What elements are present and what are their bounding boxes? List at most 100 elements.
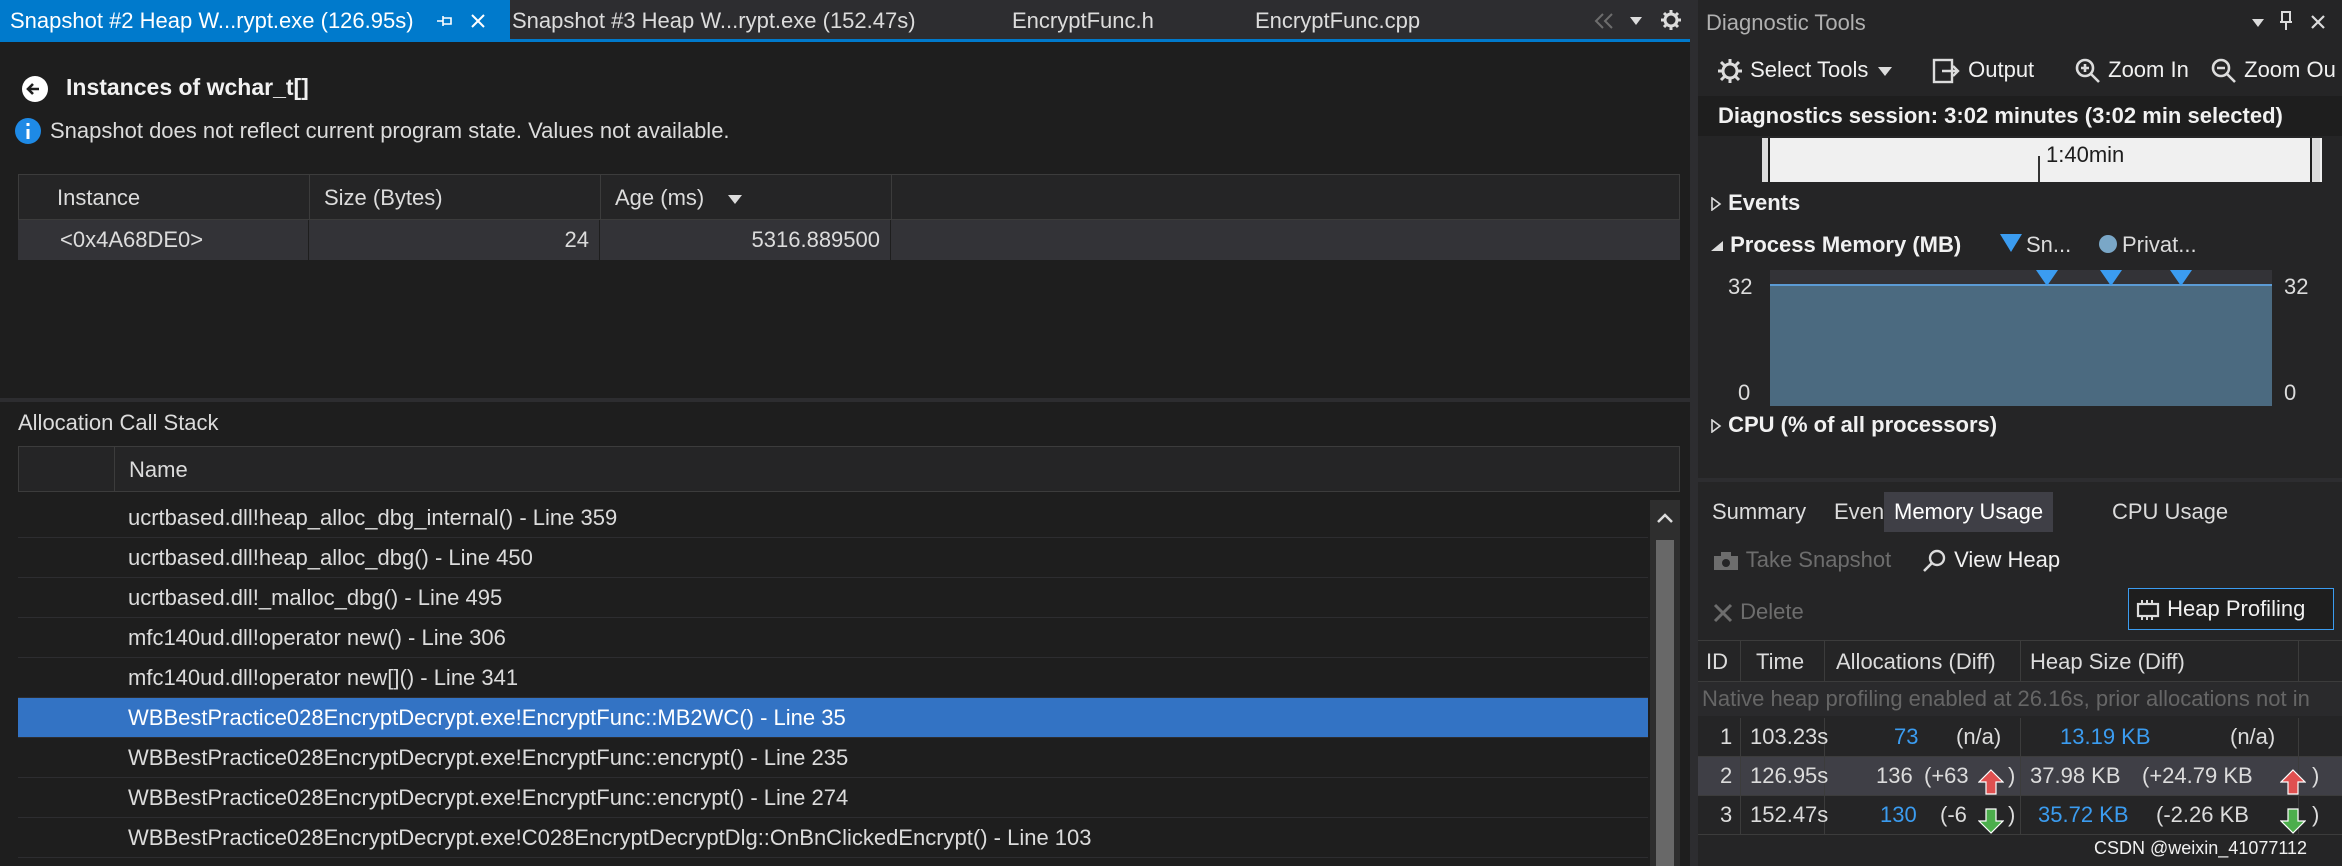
callstack-frame-selected[interactable]: WBBestPractice028EncryptDecrypt.exe!Encr… [18, 698, 1648, 738]
callstack-frame[interactable]: mfc140ud.dll!operator new[]() - Line 341 [18, 658, 1648, 698]
events-section[interactable]: Events [1710, 190, 1800, 216]
snapshots-table-header: ID Time Allocations (Diff) Heap Size (Di… [1698, 640, 2342, 682]
frame-label: ucrtbased.dll!_malloc_dbg() - Line 495 [128, 585, 503, 610]
callstack-frame[interactable]: WBBestPractice028EncryptDecrypt.exe!Encr… [18, 738, 1648, 778]
allocations-link[interactable]: 130 [1880, 796, 1917, 834]
heap-size[interactable]: 37.98 KB [2030, 757, 2121, 795]
callstack-frame[interactable]: ucrtbased.dll!_malloc_dbg() - Line 495 [18, 578, 1648, 618]
arrow-down-icon [1978, 808, 2004, 834]
heap-profiling-label: Heap Profiling [2167, 596, 2306, 621]
back-arrow-icon[interactable] [20, 74, 50, 104]
view-heap-label: View Heap [1954, 547, 2061, 572]
snapshot-marker-icon[interactable] [2036, 270, 2058, 286]
column-header-id[interactable]: ID [1706, 641, 1728, 683]
column-header-age[interactable]: Age (ms) [601, 175, 892, 219]
callstack-frame[interactable]: WBBestPractice028EncryptDecrypt.exe!C028… [18, 818, 1648, 858]
column-header-heap-size[interactable]: Heap Size (Diff) [2030, 641, 2185, 683]
snapshot-marker-icon[interactable] [2170, 270, 2192, 286]
snapshot-row[interactable]: 3 152.47s 130 (-6 ) 35.72 KB (-2.26 KB ) [1698, 796, 2342, 835]
camera-icon [1714, 552, 1738, 571]
panel-splitter[interactable] [1698, 478, 2342, 482]
process-memory-section[interactable]: Process Memory (MB) [1710, 232, 1961, 258]
zoom-in-button[interactable]: Zoom In [2074, 50, 2189, 90]
output-button[interactable]: Output [1932, 50, 2034, 90]
frame-label: mfc140ud.dll!operator new() - Line 306 [128, 625, 506, 650]
pane-splitter[interactable] [0, 398, 1690, 402]
heap-size-link[interactable]: 13.19 KB [2060, 718, 2151, 756]
process-memory-label: Process Memory (MB) [1730, 232, 1962, 257]
snapshot-time: 103.23s [1750, 724, 1829, 749]
scrollbar-thumb[interactable] [1656, 540, 1674, 866]
close-icon[interactable] [470, 13, 486, 29]
zoom-out-button[interactable]: Zoom Ou [2210, 50, 2336, 90]
allocations-count[interactable]: 136 [1876, 757, 1913, 795]
callstack-frame[interactable]: mfc140ud.dll!operator new() - Line 306 [18, 618, 1648, 658]
allocations-link[interactable]: 73 [1894, 718, 1918, 756]
search-icon [1923, 549, 1946, 573]
expand-icon [1711, 419, 1722, 434]
delete-button[interactable]: Delete [1712, 594, 1804, 630]
column-header-name[interactable]: Name [115, 447, 1681, 491]
paren-close: ) [2008, 802, 2016, 827]
timeline-tick [2038, 156, 2040, 182]
callstack-frame[interactable]: WBBestPractice028EncryptDecrypt.exe!Encr… [18, 778, 1648, 818]
close-icon[interactable] [2310, 14, 2326, 30]
callstack-header: Name [18, 446, 1680, 492]
gear-icon[interactable] [1660, 9, 1682, 31]
memory-chart[interactable] [1770, 270, 2272, 406]
pin-icon[interactable] [2278, 10, 2294, 32]
take-snapshot-button[interactable]: Take Snapshot [1712, 542, 1891, 578]
pin-icon[interactable] [436, 13, 454, 29]
snapshot-row[interactable]: 1 103.23s 73 (n/a) 13.19 KB (n/a) [1698, 718, 2342, 757]
heap-profiling-button[interactable]: Heap Profiling [2128, 588, 2334, 630]
zoom-in-icon [2075, 58, 2100, 84]
frame-label: mfc140ud.dll!operator new[]() - Line 341 [128, 665, 519, 690]
tab-snapshot-2[interactable]: Snapshot #2 Heap W...rypt.exe (126.95s) [0, 0, 510, 42]
timeline-label: 1:40min [2046, 142, 2125, 167]
select-tools-button[interactable]: Select Tools [1716, 50, 1893, 90]
tab-summary[interactable]: Summary [1702, 492, 1816, 532]
delete-icon [1713, 604, 1733, 623]
callstack-frame[interactable]: ucrtbased.dll!heap_alloc_dbg_internal() … [18, 498, 1648, 538]
expand-icon [1711, 197, 1722, 212]
allocations-diff: (-6 [1940, 802, 1967, 827]
column-header-instance[interactable]: Instance [19, 175, 310, 219]
view-heap-button[interactable]: View Heap [1922, 542, 2060, 578]
heap-size-link[interactable]: 35.72 KB [2038, 796, 2129, 834]
window-menu-icon[interactable] [2250, 18, 2266, 28]
paren-close: ) [2312, 802, 2320, 827]
zoom-out-icon [2211, 58, 2236, 84]
timeline-ruler[interactable]: 1:40min [1762, 138, 2322, 182]
tab-encryptfunc-h[interactable]: EncryptFunc.h [1002, 0, 1212, 42]
legend-private: Privat... [2122, 232, 2197, 257]
cpu-label: CPU (% of all processors) [1728, 412, 1998, 437]
zoom-in-label: Zoom In [2108, 57, 2189, 82]
snapshot-view: Instances of wchar_t[] Snapshot does not… [0, 42, 1690, 866]
panel-divider[interactable] [1690, 0, 1698, 866]
instances-grid-header: Instance Size (Bytes) Age (ms) [18, 174, 1680, 220]
timeline-end-handle[interactable] [2310, 138, 2320, 182]
scroll-tabs-left-icon[interactable] [1592, 12, 1616, 30]
y-axis-min-left: 0 [1738, 380, 1751, 405]
cpu-section[interactable]: CPU (% of all processors) [1710, 412, 1997, 438]
collapse-icon [1711, 241, 1723, 252]
tab-memory-usage[interactable]: Memory Usage [1884, 492, 2054, 532]
tab-cpu-usage[interactable]: CPU Usage [2102, 492, 2238, 532]
callstack-scrollbar[interactable] [1650, 500, 1680, 866]
column-header-allocations[interactable]: Allocations (Diff) [1836, 641, 1996, 683]
tab-encryptfunc-cpp[interactable]: EncryptFunc.cpp [1245, 0, 1475, 42]
timeline-start-handle[interactable] [1762, 138, 1770, 182]
tab-snapshot-3[interactable]: Snapshot #3 Heap W...rypt.exe (152.47s) [502, 0, 982, 42]
snapshot-row-selected[interactable]: 2 126.95s 136 (+63 ) 37.98 KB (+24.79 KB… [1698, 757, 2342, 796]
column-header-time[interactable]: Time [1756, 641, 1804, 683]
instance-row[interactable]: <0x4A68DE0> 24 5316.889500 [18, 220, 1680, 260]
column-header-age-label: Age (ms) [615, 185, 705, 210]
sort-descending-icon [728, 194, 743, 204]
snapshot-marker-icon[interactable] [2100, 270, 2122, 286]
scroll-up-icon[interactable] [1656, 512, 1674, 524]
callstack-frame[interactable]: ucrtbased.dll!heap_alloc_dbg() - Line 45… [18, 538, 1648, 578]
tab-dropdown-icon[interactable] [1628, 16, 1644, 26]
column-header-size[interactable]: Size (Bytes) [310, 175, 601, 219]
frame-label: WBBestPractice028EncryptDecrypt.exe!Encr… [128, 705, 846, 730]
chevron-down-icon [1878, 66, 1893, 76]
